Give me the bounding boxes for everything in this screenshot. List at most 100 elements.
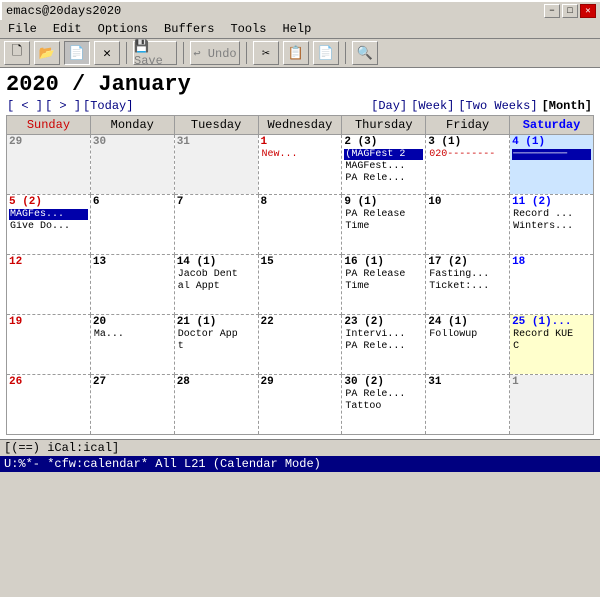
nav-prev[interactable]: [ < ] [6, 99, 44, 113]
close-file-button[interactable]: ✕ [94, 41, 120, 65]
day-cell[interactable]: 13 [90, 255, 174, 315]
day-cell[interactable]: 29 [258, 375, 342, 435]
save-button[interactable]: 💾 Save [133, 41, 177, 65]
event[interactable]: Time [344, 281, 423, 292]
day-cell[interactable]: 30 [90, 135, 174, 195]
week-row: 29 30 31 1 New... 2 (3) (MAGFest 2 MAGFe… [7, 135, 594, 195]
event[interactable]: Tattoo [344, 401, 423, 412]
day-cell[interactable]: 30 (2) PA Rele... Tattoo [342, 375, 426, 435]
paste-button[interactable]: 📄 [313, 41, 339, 65]
day-cell[interactable]: 4 (1) ───────── [510, 135, 594, 195]
menu-edit[interactable]: Edit [49, 21, 86, 37]
day-cell[interactable]: 18 [510, 255, 594, 315]
header-tuesday: Tuesday [174, 116, 258, 135]
day-cell[interactable]: 24 (1) Followup [426, 315, 510, 375]
event[interactable]: PA Rele... [344, 173, 423, 184]
day-cell[interactable]: 11 (2) Record ... Winters... [510, 195, 594, 255]
day-cell[interactable]: 26 [7, 375, 91, 435]
menu-tools[interactable]: Tools [226, 21, 270, 37]
copy-button[interactable]: 📋 [283, 41, 309, 65]
event[interactable]: PA Release [344, 269, 423, 280]
event[interactable]: Fasting... [428, 269, 507, 280]
day-cell[interactable]: 25 (1)... Record KUE C [510, 315, 594, 375]
event[interactable]: t [177, 341, 256, 352]
nav-two-weeks[interactable]: [Two Weeks] [456, 99, 539, 113]
nav-next[interactable]: [ > ] [44, 99, 82, 113]
day-cell[interactable]: 6 [90, 195, 174, 255]
undo-button[interactable]: ↩ Undo [190, 41, 240, 65]
minimize-button[interactable]: − [544, 4, 560, 18]
cut-button[interactable]: ✂ [253, 41, 279, 65]
nav-week[interactable]: [Week] [409, 99, 456, 113]
event[interactable]: Winters... [512, 221, 591, 232]
event[interactable]: (MAGFest 2 [344, 149, 423, 160]
day-cell[interactable]: 31 [426, 375, 510, 435]
day-cell[interactable]: 21 (1) Doctor App t [174, 315, 258, 375]
day-cell[interactable]: 22 [258, 315, 342, 375]
event[interactable]: Doctor App [177, 329, 256, 340]
day-cell[interactable]: 23 (2) Intervi... PA Rele... [342, 315, 426, 375]
day-cell[interactable]: 28 [174, 375, 258, 435]
menu-buffers[interactable]: Buffers [160, 21, 218, 37]
new-file-button[interactable]: 🗋 [4, 41, 30, 65]
day-cell[interactable]: 14 (1) Jacob Dent al Appt [174, 255, 258, 315]
day-cell[interactable]: 19 [7, 315, 91, 375]
event[interactable]: Followup [428, 329, 507, 340]
event[interactable]: MAGFes... [9, 209, 88, 220]
event[interactable]: Time [344, 221, 423, 232]
menu-help[interactable]: Help [278, 21, 315, 37]
menu-options[interactable]: Options [94, 21, 152, 37]
event[interactable]: Record KUE [512, 329, 591, 340]
day-cell[interactable]: 7 [174, 195, 258, 255]
status-text-1: [(==) iCal:ical] [4, 441, 119, 455]
day-cell[interactable]: 12 [7, 255, 91, 315]
header-saturday: Saturday [510, 116, 594, 135]
day-cell[interactable]: 3 (1) 020-------- [426, 135, 510, 195]
calendar-grid: Sunday Monday Tuesday Wednesday Thursday… [6, 115, 594, 435]
event[interactable]: Ticket:... [428, 281, 507, 292]
event[interactable]: Ma... [93, 329, 172, 340]
day-cell[interactable]: 1 [510, 375, 594, 435]
day-cell[interactable]: 17 (2) Fasting... Ticket:... [426, 255, 510, 315]
week-row: 5 (2) MAGFes... Give Do... 6 7 8 9 (1) P… [7, 195, 594, 255]
day-cell[interactable]: 9 (1) PA Release Time [342, 195, 426, 255]
event[interactable]: PA Rele... [344, 389, 423, 400]
day-cell[interactable]: 5 (2) MAGFes... Give Do... [7, 195, 91, 255]
event[interactable]: Give Do... [9, 221, 88, 232]
week-row: 26 27 28 29 30 (2) PA Rele... Tattoo 31 … [7, 375, 594, 435]
day-cell[interactable]: 8 [258, 195, 342, 255]
day-cell[interactable]: 27 [90, 375, 174, 435]
active-button[interactable]: 📄 [64, 41, 90, 65]
day-cell[interactable]: 2 (3) (MAGFest 2 MAGFest... PA Rele... [342, 135, 426, 195]
nav-month[interactable]: [Month] [540, 99, 594, 113]
nav-today[interactable]: [Today] [82, 99, 134, 113]
event[interactable]: MAGFest... [344, 161, 423, 172]
week-row: 19 20 Ma... 21 (1) Doctor App t 22 23 (2… [7, 315, 594, 375]
day-cell[interactable]: 10 [426, 195, 510, 255]
day-cell[interactable]: 29 [7, 135, 91, 195]
header-sunday: Sunday [7, 116, 91, 135]
day-cell[interactable]: 15 [258, 255, 342, 315]
event[interactable]: PA Release [344, 209, 423, 220]
nav-bar: [ < ] [ > ] [Today] [Day] [Week] [Two We… [6, 99, 594, 113]
maximize-button[interactable]: □ [562, 4, 578, 18]
menu-file[interactable]: File [4, 21, 41, 37]
event[interactable]: al Appt [177, 281, 256, 292]
event[interactable]: PA Rele... [344, 341, 423, 352]
close-button[interactable]: ✕ [580, 4, 596, 18]
day-cell[interactable]: 1 New... [258, 135, 342, 195]
open-file-button[interactable]: 📂 [34, 41, 60, 65]
event[interactable]: C [512, 341, 591, 352]
search-button[interactable]: 🔍 [352, 41, 378, 65]
day-cell[interactable]: 16 (1) PA Release Time [342, 255, 426, 315]
day-cell[interactable]: 20 Ma... [90, 315, 174, 375]
event[interactable]: Record ... [512, 209, 591, 220]
event[interactable]: 020-------- [428, 149, 507, 160]
nav-day[interactable]: [Day] [369, 99, 409, 113]
event[interactable]: ───────── [512, 149, 591, 160]
event[interactable]: Intervi... [344, 329, 423, 340]
day-cell[interactable]: 31 [174, 135, 258, 195]
titlebar: emacs@20days2020 − □ ✕ [0, 0, 600, 20]
event[interactable]: New... [261, 149, 340, 160]
event[interactable]: Jacob Dent [177, 269, 256, 280]
